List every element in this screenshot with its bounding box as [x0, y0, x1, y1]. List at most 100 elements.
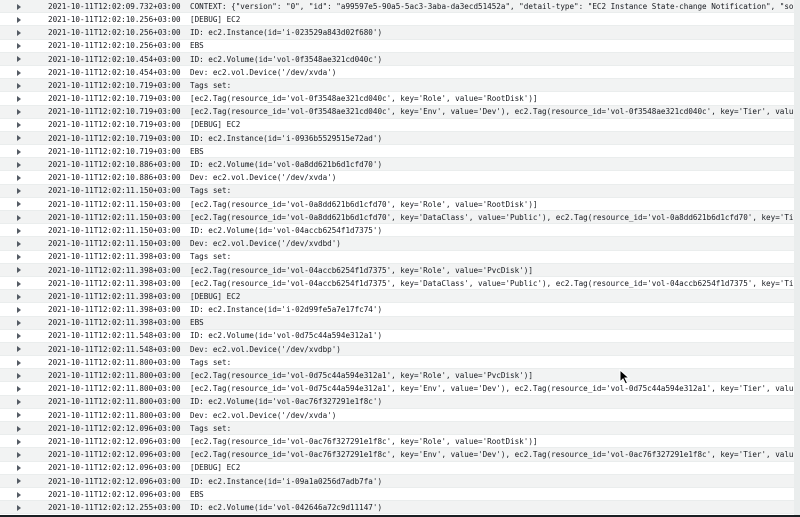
log-event-row[interactable]: 2021-10-11T12:02:11.150+03:00 [ec2.Tag(re…: [0, 197, 800, 211]
caret-right-icon[interactable]: [17, 201, 21, 208]
log-event-row[interactable]: 2021-10-11T12:02:12.096+03:00 Tags set:: [0, 422, 800, 436]
log-event-row[interactable]: 2021-10-11T12:02:10.256+03:00 EBS: [0, 39, 800, 53]
caret-right-icon[interactable]: [17, 135, 21, 142]
caret-right-icon[interactable]: [17, 438, 21, 445]
log-events-table: 2021-10-11T12:02:09.732+03:00 CONTEXT: {"…: [0, 0, 800, 515]
log-event-message: [ec2.Tag(resource_id='vol-0f3548ae321cd0…: [190, 94, 538, 104]
log-event-row[interactable]: 2021-10-11T12:02:11.150+03:00 Tags set:: [0, 184, 800, 198]
caret-right-icon[interactable]: [17, 16, 21, 23]
log-event-row[interactable]: 2021-10-11T12:02:10.256+03:00 [DEBUG] EC2: [0, 13, 800, 27]
caret-right-icon[interactable]: [17, 161, 21, 168]
log-event-row[interactable]: 2021-10-11T12:02:11.398+03:00 Tags set:: [0, 250, 800, 264]
caret-right-icon[interactable]: [17, 56, 21, 63]
log-event-timestamp: 2021-10-11T12:02:10.256+03:00: [48, 41, 181, 51]
caret-right-icon[interactable]: [17, 306, 21, 313]
log-event-message: [ec2.Tag(resource_id='vol-0a8dd621b6d1cf…: [190, 212, 800, 222]
log-event-row[interactable]: 2021-10-11T12:02:10.719+03:00 [ec2.Tag(re…: [0, 105, 800, 119]
log-event-row[interactable]: 2021-10-11T12:02:12.096+03:00 [ec2.Tag(re…: [0, 448, 800, 462]
caret-right-icon[interactable]: [17, 109, 21, 116]
log-event-message: ID: ec2.Volume(id='vol-0d75c44a594e312a1…: [190, 331, 383, 341]
log-event-timestamp: 2021-10-11T12:02:11.150+03:00: [48, 225, 181, 235]
log-event-row[interactable]: 2021-10-11T12:02:11.150+03:00 [ec2.Tag(re…: [0, 211, 800, 225]
log-event-row[interactable]: 2021-10-11T12:02:12.096+03:00 ID: ec2.Ins…: [0, 474, 800, 488]
caret-right-icon[interactable]: [17, 412, 21, 419]
caret-right-icon[interactable]: [17, 254, 21, 261]
log-event-row[interactable]: 2021-10-11T12:02:11.800+03:00 [ec2.Tag(re…: [0, 382, 800, 396]
log-event-row[interactable]: 2021-10-11T12:02:10.454+03:00 ID: ec2.Vol…: [0, 52, 800, 66]
log-event-row[interactable]: 2021-10-11T12:02:11.398+03:00 [ec2.Tag(re…: [0, 276, 800, 291]
log-event-row[interactable]: 2021-10-11T12:02:10.719+03:00 EBS: [0, 145, 800, 159]
log-event-row[interactable]: 2021-10-11T12:02:11.548+03:00 Dev: ec2.vo…: [0, 342, 800, 357]
log-event-row[interactable]: 2021-10-11T12:02:12.096+03:00 [ec2.Tag(re…: [0, 435, 800, 449]
caret-right-icon[interactable]: [17, 43, 21, 50]
log-event-timestamp: 2021-10-11T12:02:12.096+03:00: [48, 423, 181, 433]
caret-right-icon[interactable]: [17, 333, 21, 340]
log-event-row[interactable]: 2021-10-11T12:02:10.719+03:00 Tags set:: [0, 79, 800, 93]
caret-right-icon[interactable]: [17, 280, 21, 287]
log-event-row[interactable]: 2021-10-11T12:02:11.548+03:00 ID: ec2.Vol…: [0, 329, 800, 343]
caret-right-icon[interactable]: [17, 399, 21, 406]
log-event-row[interactable]: 2021-10-11T12:02:10.719+03:00 [ec2.Tag(re…: [0, 92, 800, 106]
caret-right-icon[interactable]: [17, 267, 21, 274]
log-event-row[interactable]: 2021-10-11T12:02:11.398+03:00 ID: ec2.Ins…: [0, 303, 800, 317]
caret-right-icon[interactable]: [17, 491, 21, 498]
log-event-row[interactable]: 2021-10-11T12:02:10.719+03:00 [DEBUG] EC2: [0, 118, 800, 132]
log-event-timestamp: 2021-10-11T12:02:10.719+03:00: [48, 120, 181, 130]
log-event-row[interactable]: 2021-10-11T12:02:10.719+03:00 ID: ec2.Ins…: [0, 131, 800, 146]
log-event-message: [ec2.Tag(resource_id='vol-0f3548ae321cd0…: [190, 107, 800, 117]
caret-right-icon[interactable]: [17, 214, 21, 221]
log-event-timestamp: 2021-10-11T12:02:10.256+03:00: [48, 14, 181, 24]
caret-right-icon[interactable]: [17, 425, 21, 432]
log-event-row[interactable]: 2021-10-11T12:02:11.800+03:00 [ec2.Tag(re…: [0, 369, 800, 383]
caret-right-icon[interactable]: [17, 386, 21, 393]
caret-right-icon[interactable]: [17, 148, 21, 155]
log-event-timestamp: 2021-10-11T12:02:11.398+03:00: [48, 318, 181, 328]
caret-right-icon[interactable]: [17, 95, 21, 102]
caret-right-icon[interactable]: [17, 320, 21, 327]
log-event-row[interactable]: 2021-10-11T12:02:11.150+03:00 Dev: ec2.vo…: [0, 237, 800, 251]
caret-right-icon[interactable]: [17, 372, 21, 379]
vertical-scrollbar[interactable]: [794, 0, 800, 517]
caret-right-icon[interactable]: [17, 346, 21, 353]
log-event-row[interactable]: 2021-10-11T12:02:10.886+03:00 ID: ec2.Vol…: [0, 158, 800, 172]
log-event-row[interactable]: 2021-10-11T12:02:11.150+03:00 ID: ec2.Vol…: [0, 224, 800, 238]
log-event-timestamp: 2021-10-11T12:02:10.719+03:00: [48, 146, 181, 156]
log-event-timestamp: 2021-10-11T12:02:11.800+03:00: [48, 410, 181, 420]
log-event-timestamp: 2021-10-11T12:02:10.454+03:00: [48, 67, 181, 77]
caret-right-icon[interactable]: [17, 451, 21, 458]
log-event-row[interactable]: 2021-10-11T12:02:11.398+03:00 [ec2.Tag(re…: [0, 263, 800, 277]
log-event-row[interactable]: 2021-10-11T12:02:11.800+03:00 ID: ec2.Vol…: [0, 395, 800, 409]
log-event-message: ID: ec2.Volume(id='vol-042646a72c9d11147…: [190, 502, 383, 512]
log-event-row[interactable]: 2021-10-11T12:02:10.454+03:00 Dev: ec2.vo…: [0, 65, 800, 80]
caret-right-icon[interactable]: [17, 29, 21, 36]
caret-right-icon[interactable]: [17, 240, 21, 247]
log-event-row[interactable]: 2021-10-11T12:02:11.800+03:00 Dev: ec2.vo…: [0, 408, 800, 422]
caret-right-icon[interactable]: [17, 3, 21, 10]
log-event-message: ID: ec2.Volume(id='vol-04accb6254f1d7375…: [190, 225, 383, 235]
caret-right-icon[interactable]: [17, 82, 21, 89]
log-event-timestamp: 2021-10-11T12:02:12.096+03:00: [48, 436, 181, 446]
log-event-message: CONTEXT: {"version": "0", "id": "a99597e…: [190, 1, 800, 11]
caret-right-icon[interactable]: [17, 188, 21, 195]
log-event-row[interactable]: 2021-10-11T12:02:09.732+03:00 CONTEXT: {"…: [0, 0, 800, 14]
log-event-row[interactable]: 2021-10-11T12:02:11.398+03:00 EBS: [0, 316, 800, 330]
caret-right-icon[interactable]: [17, 478, 21, 485]
log-event-row[interactable]: 2021-10-11T12:02:12.255+03:00 ID: ec2.Vol…: [0, 501, 800, 515]
log-event-message: ID: ec2.Volume(id='vol-0a8dd621b6d1cfd70…: [190, 160, 383, 170]
log-event-timestamp: 2021-10-11T12:02:11.800+03:00: [48, 371, 181, 381]
caret-right-icon[interactable]: [17, 504, 21, 511]
log-event-row[interactable]: 2021-10-11T12:02:12.096+03:00 [DEBUG] EC2: [0, 461, 800, 475]
caret-right-icon[interactable]: [17, 122, 21, 129]
caret-right-icon[interactable]: [17, 293, 21, 300]
log-event-timestamp: 2021-10-11T12:02:10.719+03:00: [48, 80, 181, 90]
log-event-row[interactable]: 2021-10-11T12:02:11.398+03:00 [DEBUG] EC2: [0, 290, 800, 304]
caret-right-icon[interactable]: [17, 359, 21, 366]
caret-right-icon[interactable]: [17, 175, 21, 182]
log-event-row[interactable]: 2021-10-11T12:02:10.886+03:00 Dev: ec2.vo…: [0, 171, 800, 185]
caret-right-icon[interactable]: [17, 69, 21, 76]
log-event-row[interactable]: 2021-10-11T12:02:11.800+03:00 Tags set:: [0, 356, 800, 370]
log-event-row[interactable]: 2021-10-11T12:02:12.096+03:00 EBS: [0, 487, 800, 502]
log-event-row[interactable]: 2021-10-11T12:02:10.256+03:00 ID: ec2.Ins…: [0, 26, 800, 40]
caret-right-icon[interactable]: [17, 227, 21, 234]
caret-right-icon[interactable]: [17, 465, 21, 472]
